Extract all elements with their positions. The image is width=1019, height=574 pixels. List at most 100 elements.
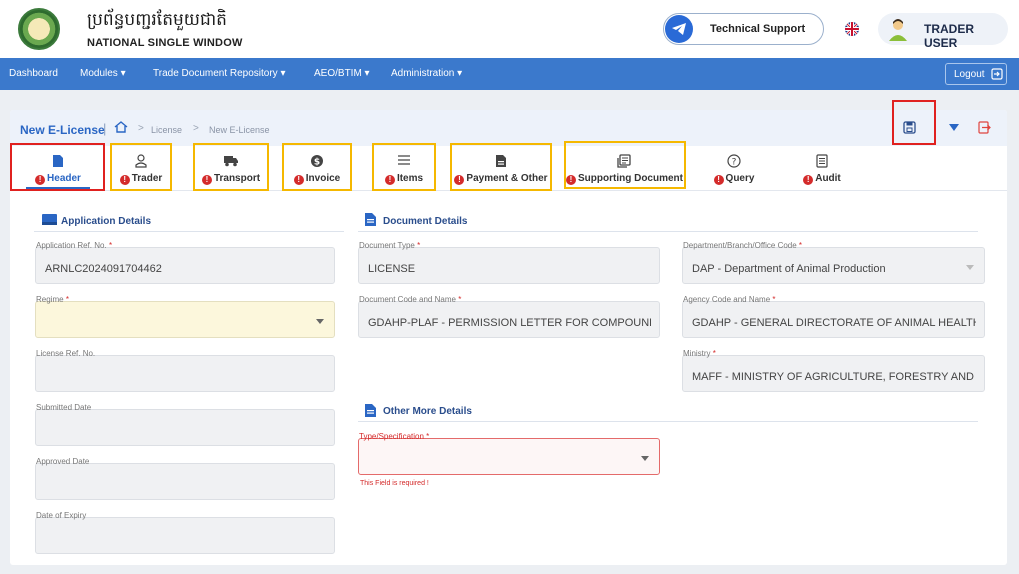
page-title: New E-License [20,123,105,137]
breadcrumb-separator: | [103,121,107,136]
document-type-value: LICENSE [368,263,416,275]
agency-code-value: GDAHP - GENERAL DIRECTORATE OF ANIMAL HE… [692,317,976,329]
logout-icon [991,68,1003,80]
required-mark: * [65,295,69,304]
tab-audit-label: Audit [815,173,841,184]
home-icon[interactable] [114,121,128,133]
tab-query-label: Query [725,173,755,184]
nav-dashboard[interactable]: Dashboard [9,68,58,79]
document-type-label-text: Document Type [359,241,415,250]
document-code-label: Document Code and Name * [359,295,461,304]
regime-select[interactable]: Regime * [35,295,335,338]
approved-date-label: Approved Date [36,457,90,466]
collapse-caret-icon[interactable] [948,123,960,132]
agency-code-field[interactable]: Agency Code and Name * GDAHP - GENERAL D… [682,295,985,338]
submitted-date-field[interactable]: Submitted Date [35,403,335,446]
highlight-box-yellow [282,143,352,191]
department-value: DAP - Department of Animal Production [692,263,886,275]
brand-title-khmer: ប្រព័ន្ធបញ្ជរតែមួយជាតិ [87,10,227,30]
regime-label-text: Regime [36,295,64,304]
department-select[interactable]: Department/Branch/Office Code * DAP - De… [682,241,985,284]
required-mark: * [108,241,113,250]
question-icon: ? [727,154,741,168]
breadcrumb-new-e-license: New E-License [209,125,270,135]
chevron-down-icon [966,265,974,270]
highlight-box-yellow [450,143,552,191]
brand-title-english: NATIONAL SINGLE WINDOW [87,37,243,49]
other-more-details-heading: Other More Details [383,406,472,417]
required-mark: * [417,241,421,250]
e-license-form: New E-License | > License > New E-Licens… [10,100,1007,565]
section-divider [358,231,978,232]
regime-label: Regime * [36,295,69,304]
user-menu[interactable]: TRADER USER [878,13,1008,50]
tab-query[interactable]: ? ! Query [706,152,762,192]
type-specification-select[interactable]: Type/Specification * [358,432,660,475]
document-code-field[interactable]: Document Code and Name * GDAHP-PLAF - PE… [358,295,660,338]
ministry-field[interactable]: Ministry * MAFF - MINISTRY OF AGRICULTUR… [682,349,985,392]
date-of-expiry-label: Date of Expiry [36,511,87,520]
approved-date-field[interactable]: Approved Date [35,457,335,500]
document-code-label-text: Document Code and Name [359,295,456,304]
breadcrumb-license[interactable]: License [151,125,182,135]
nav-trade-document-repository[interactable]: Trade Document Repository ▾ [153,68,285,79]
section-divider [34,231,344,232]
type-specification-label: Type/Specification * [359,432,429,441]
application-ref-label-text: Application Ref. No. [36,241,107,250]
breadcrumb-arrow: > [193,123,199,134]
avatar [889,19,907,41]
department-label-text: Department/Branch/Office Code [683,241,797,250]
document-details-heading: Document Details [383,216,468,227]
national-single-window-logo [18,8,60,50]
highlight-box-yellow [193,143,269,191]
exit-icon[interactable] [978,121,991,134]
chevron-down-icon [641,456,649,461]
technical-support-label: Technical Support [710,23,806,35]
breadcrumb-arrow: > [138,123,144,134]
nav-modules[interactable]: Modules ▾ [80,68,126,79]
card-icon [42,214,57,225]
document-icon [365,404,376,417]
nav-aeo-btim[interactable]: AEO/BTIM ▾ [314,68,370,79]
highlight-box-red [10,143,105,191]
error-icon: ! [713,175,724,185]
logout-label: Logout [954,69,985,80]
chevron-down-icon [316,319,324,324]
nav-administration[interactable]: Administration ▾ [391,68,462,79]
required-mark: * [772,295,776,304]
application-ref-field[interactable]: Application Ref. No. * ARNLC202409170446… [35,241,335,284]
agency-code-label-text: Agency Code and Name [683,295,771,304]
technical-support-button[interactable]: Technical Support [663,13,824,45]
main-navigation: Dashboard Modules ▾ Trade Document Repos… [0,58,1019,90]
document-type-label: Document Type * [359,241,420,250]
tab-audit[interactable]: ! Audit [794,152,850,192]
department-label: Department/Branch/Office Code * [683,241,802,250]
uk-flag-icon[interactable] [845,22,859,36]
application-ref-value: ARNLC2024091704462 [45,263,162,275]
logout-button[interactable]: Logout [945,63,1007,85]
license-ref-label: License Ref. No. [36,349,96,358]
application-details-heading: Application Details [61,216,152,227]
field-error-message: This Field is required ! [360,480,429,487]
highlight-box-yellow [372,143,436,191]
svg-text:?: ? [732,158,737,168]
ministry-label-text: Ministry [683,349,711,358]
document-icon [365,213,376,226]
submitted-date-label: Submitted Date [36,403,92,412]
required-mark: * [712,349,716,358]
error-icon: ! [803,175,814,185]
required-mark: * [458,295,462,304]
breadcrumb: New E-License | > License > New E-Licens… [10,110,1007,146]
date-of-expiry-field[interactable]: Date of Expiry [35,511,335,554]
document-code-value: GDAHP-PLAF - PERMISSION LETTER FOR COMPO… [368,317,651,329]
document-type-field[interactable]: Document Type * LICENSE [358,241,660,284]
user-name: TRADER USER [924,22,974,50]
top-header: ប្រព័ន្ធបញ្ជរតែមួយជាតិ NATIONAL SINGLE W… [0,0,1019,58]
required-mark: * [798,241,803,250]
highlight-box-red [892,100,936,145]
agency-code-label: Agency Code and Name * [683,295,776,304]
ministry-label: Ministry * [683,349,716,358]
license-ref-field[interactable]: License Ref. No. [35,349,335,392]
telegram-icon [665,15,693,43]
section-divider [358,421,978,422]
